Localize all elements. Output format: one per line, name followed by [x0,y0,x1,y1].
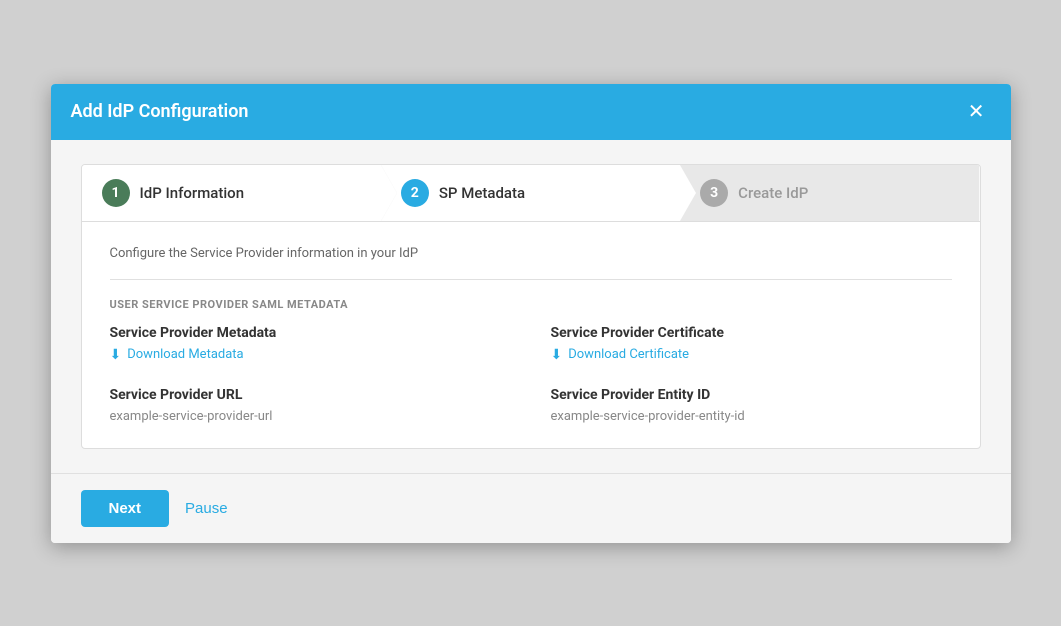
step-1: 1 IdP Information [82,165,381,221]
metadata-value-entity-id: example-service-provider-entity-id [551,409,952,424]
content-area: Configure the Service Provider informati… [82,222,980,448]
metadata-item-certificate: Service Provider Certificate ⬇ Download … [551,325,952,363]
step-2-label: SP Metadata [439,184,525,202]
step-2: 2 SP Metadata [381,165,680,221]
modal-body: 1 IdP Information 2 SP Metadata 3 Create… [51,140,1011,473]
step-1-number: 1 [102,179,130,207]
step-3-label: Create IdP [738,184,808,202]
metadata-grid: Service Provider Metadata ⬇ Download Met… [110,325,952,424]
modal-dialog: Add IdP Configuration ✕ 1 IdP Informatio… [51,84,1011,543]
download-metadata-link[interactable]: ⬇ Download Metadata [110,347,511,363]
metadata-item-metadata: Service Provider Metadata ⬇ Download Met… [110,325,511,363]
download-certificate-icon: ⬇ [551,347,563,363]
metadata-title-1: Service Provider Metadata [110,325,511,341]
modal-header: Add IdP Configuration ✕ [51,84,1011,140]
stepper-nav: 1 IdP Information 2 SP Metadata 3 Create… [82,165,980,222]
download-certificate-label: Download Certificate [568,347,689,362]
section-description: Configure the Service Provider informati… [110,246,952,261]
step-3-number: 3 [700,179,728,207]
metadata-title-4: Service Provider Entity ID [551,387,952,403]
metadata-item-url: Service Provider URL example-service-pro… [110,387,511,424]
metadata-title-3: Service Provider URL [110,387,511,403]
metadata-item-entity-id: Service Provider Entity ID example-servi… [551,387,952,424]
pause-button[interactable]: Pause [185,500,228,517]
download-metadata-label: Download Metadata [127,347,243,362]
download-certificate-link[interactable]: ⬇ Download Certificate [551,347,952,363]
stepper-card: 1 IdP Information 2 SP Metadata 3 Create… [81,164,981,449]
next-button[interactable]: Next [81,490,170,527]
modal-title: Add IdP Configuration [71,101,249,122]
section-divider [110,279,952,280]
metadata-value-url: example-service-provider-url [110,409,511,424]
metadata-title-2: Service Provider Certificate [551,325,952,341]
step-3: 3 Create IdP [680,165,979,221]
download-metadata-icon: ⬇ [110,347,122,363]
step-1-label: IdP Information [140,184,245,202]
step-2-number: 2 [401,179,429,207]
modal-footer: Next Pause [51,473,1011,543]
close-button[interactable]: ✕ [962,100,991,124]
section-label: USER SERVICE PROVIDER SAML METADATA [110,298,952,311]
modal-overlay: Add IdP Configuration ✕ 1 IdP Informatio… [0,0,1061,626]
